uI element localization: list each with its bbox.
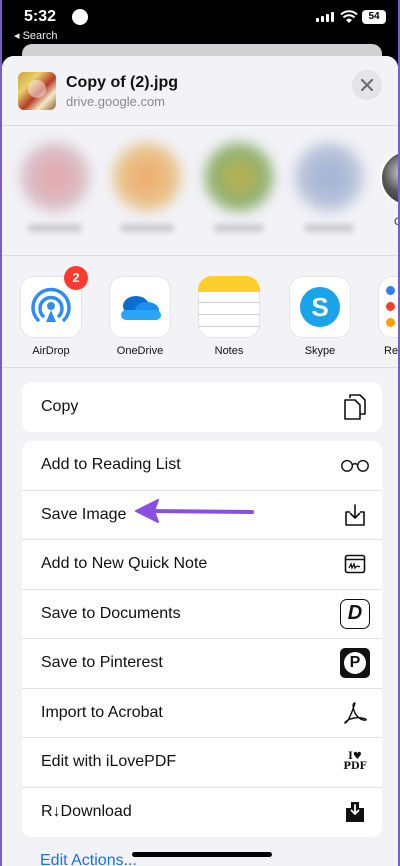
status-bar: 5:32 ◂ Search 54 xyxy=(2,0,398,44)
annotation-arrow xyxy=(135,499,254,523)
action-edit-with-ilovepdf[interactable]: Edit with iLovePDF I♥ PDF xyxy=(22,738,382,788)
save-image-icon xyxy=(340,500,370,530)
contact-name-placeholder xyxy=(120,224,174,232)
signal-icon xyxy=(316,12,334,22)
notes-icon xyxy=(198,276,260,338)
onedrive-icon xyxy=(109,276,171,338)
contact-name-placeholder xyxy=(304,224,354,232)
action-save-to-documents[interactable]: Save to Documents D xyxy=(22,590,382,639)
phone-screen: 5:32 ◂ Search 54 Copy of (2).jpg drive.g… xyxy=(2,0,398,866)
reminders-icon xyxy=(378,276,398,338)
action-label: Edit with iLovePDF xyxy=(41,753,177,771)
contact-avatar[interactable] xyxy=(294,142,364,212)
contact-name-placeholder xyxy=(214,224,264,232)
contact-name-placeholder xyxy=(28,224,82,232)
action-label: Save Image xyxy=(41,505,127,523)
wifi-icon xyxy=(340,10,358,23)
app-label: Notes xyxy=(214,345,244,357)
battery-indicator: 54 xyxy=(362,10,386,24)
file-source: drive.google.com xyxy=(66,94,165,109)
file-name: Copy of (2).jpg xyxy=(66,74,178,91)
actions-group-copy: Copy xyxy=(22,382,382,432)
people-suggestions-row: G xyxy=(2,128,398,256)
action-label: Add to New Quick Note xyxy=(41,555,208,573)
share-sheet: Copy of (2).jpg drive.google.com G xyxy=(2,56,398,866)
action-label: R↓Download xyxy=(41,803,132,821)
home-indicator xyxy=(132,852,272,857)
close-button[interactable] xyxy=(352,70,382,100)
action-label: Add to Reading List xyxy=(41,456,181,474)
action-add-to-new-quick-note[interactable]: Add to New Quick Note xyxy=(22,540,382,590)
contact-avatar[interactable] xyxy=(380,150,398,206)
app-label: Rem xyxy=(384,345,398,357)
rdownload-icon xyxy=(340,797,370,827)
action-copy[interactable]: Copy xyxy=(22,382,382,432)
share-header: Copy of (2).jpg drive.google.com xyxy=(2,56,398,126)
quick-note-icon xyxy=(340,549,370,579)
action-label: Copy xyxy=(41,397,79,415)
contact-avatar[interactable] xyxy=(112,142,182,212)
app-airdrop[interactable]: 2 AirDrop xyxy=(20,266,88,357)
ilovepdf-icon: I♥ PDF xyxy=(343,751,367,773)
copy-icon xyxy=(340,392,370,422)
contact-name: G xyxy=(394,216,398,228)
action-label: Save to Documents xyxy=(41,604,181,622)
app-label: AirDrop xyxy=(32,345,70,357)
pinterest-icon: P xyxy=(340,648,370,679)
location-icon xyxy=(72,9,88,25)
app-skype[interactable]: S Skype xyxy=(289,276,351,357)
skype-icon: S xyxy=(289,276,351,338)
apps-row: 2 AirDrop OneDrive Notes S Skype Re xyxy=(2,256,398,368)
close-icon xyxy=(361,79,373,91)
file-thumbnail xyxy=(18,72,56,110)
documents-icon: D xyxy=(340,598,370,629)
glasses-icon xyxy=(340,450,370,480)
action-import-to-acrobat[interactable]: Import to Acrobat xyxy=(22,689,382,738)
action-add-to-reading-list[interactable]: Add to Reading List xyxy=(22,441,382,491)
app-onedrive[interactable]: OneDrive xyxy=(109,276,171,357)
action-label: Save to Pinterest xyxy=(41,654,163,672)
action-rdownload[interactable]: R↓Download xyxy=(22,788,382,838)
status-time: 5:32 xyxy=(24,8,57,25)
app-notes[interactable]: Notes xyxy=(198,276,260,357)
airdrop-badge: 2 xyxy=(64,266,88,290)
back-to-search-link[interactable]: ◂ Search xyxy=(14,29,57,42)
acrobat-icon xyxy=(340,698,370,728)
action-label: Import to Acrobat xyxy=(41,703,163,721)
contact-avatar[interactable] xyxy=(204,142,274,212)
app-label: Skype xyxy=(304,345,336,357)
app-reminders[interactable]: Rem xyxy=(378,276,398,357)
action-save-to-pinterest[interactable]: Save to Pinterest P xyxy=(22,639,382,689)
app-label: OneDrive xyxy=(116,345,164,357)
edit-actions-link[interactable]: Edit Actions... xyxy=(40,852,137,866)
contact-avatar[interactable] xyxy=(20,142,90,212)
